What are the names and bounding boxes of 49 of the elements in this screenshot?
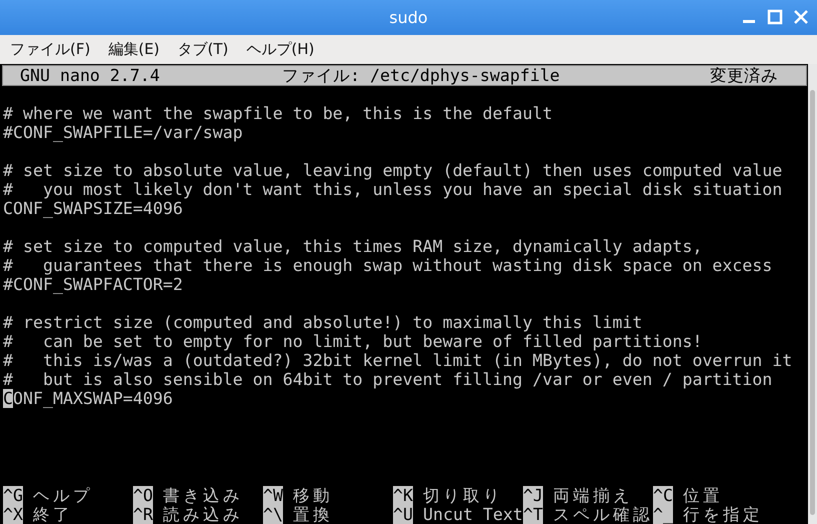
nano-version: GNU nano 2.7.4: [20, 66, 161, 85]
shortcut-label: 両端揃え: [552, 486, 633, 505]
shortcut-label: 移動: [292, 486, 333, 505]
scrollbar-thumb[interactable]: [810, 90, 815, 515]
menu-item[interactable]: タブ(T): [176, 38, 230, 61]
code-line: # can be set to empty for no limit, but beware of filled partitions!: [3, 332, 704, 351]
shortcut-key: ^K: [393, 486, 413, 505]
shortcut-label: 位置: [682, 486, 723, 505]
shortcut-key: ^U: [393, 505, 413, 524]
menu-item[interactable]: ヘルプ(H): [244, 38, 316, 61]
file-name: ファイル: /etc/dphys-swapfile: [282, 66, 561, 85]
close-icon[interactable]: [793, 9, 809, 25]
shortcut-label: ヘルプ: [32, 486, 93, 505]
code-line: # this is/was a (outdated?) 32bit kernel limit (in MBytes), do not overrun it: [3, 351, 794, 370]
shortcut-label: 終了: [32, 505, 73, 524]
shortcut-label: 書き込み: [162, 486, 243, 505]
shortcut-label: 置換: [292, 505, 333, 524]
shortcut-label: Uncut Text: [422, 505, 523, 524]
code-line: #CONF_SWAPFACTOR=2: [3, 275, 184, 294]
shortcut-label: 読み込み: [162, 505, 243, 524]
shortcut-label: 切り取り: [422, 486, 503, 505]
scrollbar[interactable]: [808, 64, 817, 524]
shortcut-key: ^R: [133, 505, 153, 524]
shortcut-key: ^G: [3, 486, 23, 505]
modified-status: 変更済み: [710, 66, 778, 85]
shortcut-key: ^C: [653, 486, 673, 505]
shortcut-key: ^T: [523, 505, 543, 524]
shortcut-key: ^\: [263, 505, 283, 524]
shortcut-key: ^_: [653, 505, 673, 524]
code-line: # set size to computed value, this times RAM size, dynamically adapts,: [3, 237, 704, 256]
shortcut-key: ^O: [133, 486, 153, 505]
shortcut-key: ^W: [263, 486, 283, 505]
shortcut-label: 行を指定: [682, 505, 763, 524]
shortcut-key: ^J: [523, 486, 543, 505]
code-line: # you most likely don't want this, unless you have an special disk situation: [3, 180, 784, 199]
code-line: # guarantees that there is enough swap without wasting disk space on excess: [3, 256, 774, 275]
code-line: # restrict size (computed and absolute!) to maximally this limit: [3, 313, 644, 332]
code-line: CONF_MAXSWAP=4096: [3, 389, 174, 408]
shortcut-key: ^X: [3, 505, 23, 524]
maximize-icon[interactable]: [767, 9, 783, 25]
code-line: #CONF_SWAPFILE=/var/swap: [3, 123, 244, 142]
code-line: CONF_SWAPSIZE=4096: [3, 199, 184, 218]
code-line: # set size to absolute value, leaving empty (default) then uses computed value: [3, 161, 784, 180]
code-line: # but is also sensible on 64bit to prevent filling /var or even / partition: [3, 370, 774, 389]
shortcut-label: スペル確認: [552, 505, 653, 524]
code-line: # where we want the swapfile to be, this is the default: [3, 104, 554, 123]
menu-item[interactable]: 編集(E): [106, 38, 162, 61]
menu-item[interactable]: ファイル(F): [8, 38, 92, 61]
window-title: sudo: [389, 8, 428, 27]
